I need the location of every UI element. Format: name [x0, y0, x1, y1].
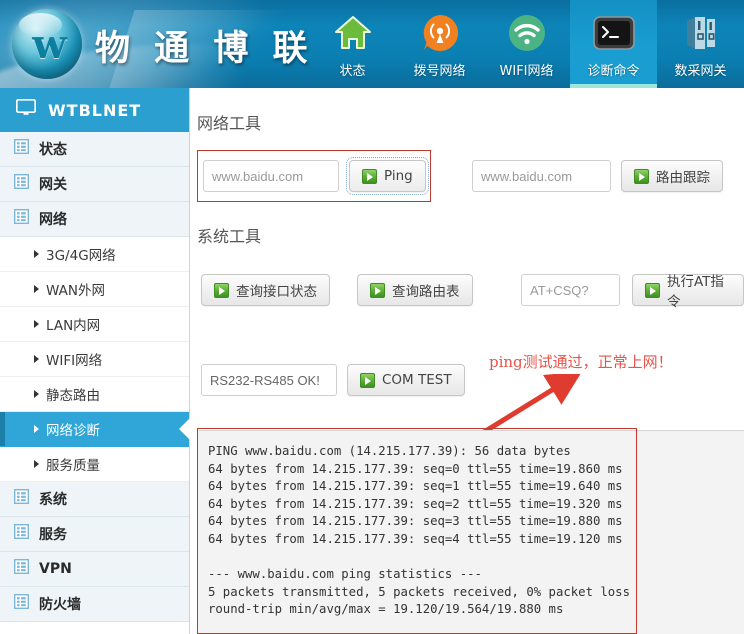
server-rack-icon: [681, 10, 721, 56]
sidebar-subitem-qos[interactable]: 服务质量: [0, 447, 189, 482]
wifi-icon: [507, 10, 547, 56]
annotation-text: ping测试通过，正常上网！: [489, 353, 673, 371]
grid-icon: [13, 138, 30, 159]
run-icon: [645, 282, 660, 298]
network-tools-title: 网络工具: [197, 114, 262, 133]
main-content: 网络工具 www.baidu.com Ping www.baidu.com 路由…: [191, 88, 744, 634]
sidebar-subitem-network-diagnostics-label: 网络诊断: [46, 423, 100, 439]
sidebar-subitem-3g4g-network-label: 3G/4G网络: [46, 248, 116, 264]
ping-button[interactable]: Ping: [346, 157, 429, 195]
tab-data-gateway-label: 数采网关: [674, 64, 727, 79]
tab-dialup-network-label: 拨号网络: [413, 64, 466, 79]
tab-status-label: 状态: [339, 64, 366, 79]
tab-diagnostic-command[interactable]: 诊断命令: [570, 0, 657, 88]
chevron-right-icon: [34, 355, 39, 363]
sidebar-subitem-3g4g-network[interactable]: 3G/4G网络: [0, 237, 189, 272]
chevron-right-icon: [34, 250, 39, 258]
ping-row: www.baidu.com Ping: [203, 157, 429, 195]
query-interface-status-button[interactable]: 查询接口状态: [201, 274, 330, 306]
traceroute-row: www.baidu.com 路由跟踪: [472, 160, 723, 192]
grid-icon: [13, 593, 30, 614]
run-icon: [214, 282, 229, 298]
sidebar-title: WTBLNET: [48, 100, 142, 120]
execute-at-command-label: 执行AT指令: [667, 274, 724, 310]
sidebar-subitem-wan[interactable]: WAN外网: [0, 272, 189, 307]
tab-dialup-network[interactable]: 拨号网络: [396, 0, 483, 88]
chevron-right-icon: [34, 460, 39, 468]
com-status-input[interactable]: RS232-RS485 OK!: [201, 364, 337, 396]
run-icon: [360, 372, 375, 388]
sidebar-item-gateway-label: 网关: [39, 177, 67, 193]
traceroute-button-label: 路由跟踪: [656, 170, 710, 186]
brand-title: 物 通 博 联: [95, 29, 314, 69]
sidebar-subitem-qos-label: 服务质量: [46, 458, 100, 474]
sidebar-subitem-static-route[interactable]: 静态路由: [0, 377, 189, 412]
terminal-icon: [592, 10, 635, 56]
sidebar-subitem-network-diagnostics[interactable]: 网络诊断: [0, 412, 190, 447]
tab-status[interactable]: 状态: [309, 0, 396, 88]
chevron-right-icon: [34, 425, 39, 433]
tab-data-gateway[interactable]: 数采网关: [657, 0, 744, 88]
traceroute-button[interactable]: 路由跟踪: [621, 160, 723, 192]
sidebar-subitem-static-route-label: 静态路由: [46, 388, 100, 404]
sidebar-item-gateway[interactable]: 网关: [0, 167, 189, 202]
app-header: w 物 通 博 联 状态 拨号网络 WIFI网络 诊断命令 数采网关: [0, 0, 744, 88]
sidebar-item-vpn[interactable]: VPN: [0, 552, 189, 587]
sidebar-item-network[interactable]: 网络: [0, 202, 189, 237]
sidebar-item-status[interactable]: 状态: [0, 132, 189, 167]
grid-icon: [13, 558, 30, 579]
system-tools-title: 系统工具: [197, 227, 262, 246]
sidebar: WTBLNET 状态 网关 网络 3G/4G网络 WAN外网 LAN内网 WIF…: [0, 88, 190, 634]
tab-diagnostic-command-label: 诊断命令: [587, 64, 640, 79]
sidebar-item-service-label: 服务: [39, 527, 67, 543]
grid-icon: [13, 488, 30, 509]
ping-host-input[interactable]: www.baidu.com: [203, 160, 339, 192]
traceroute-host-input[interactable]: www.baidu.com: [472, 160, 611, 192]
sidebar-header: WTBLNET: [0, 88, 189, 132]
com-test-button[interactable]: COM TEST: [347, 364, 465, 396]
ping-output-text: PING www.baidu.com (14.215.177.39): 56 d…: [208, 444, 630, 617]
run-icon: [362, 168, 377, 184]
chevron-right-icon: [34, 320, 39, 328]
at-command-input[interactable]: AT+CSQ?: [521, 274, 620, 306]
chevron-right-icon: [34, 390, 39, 398]
sidebar-item-status-label: 状态: [39, 142, 67, 158]
sidebar-item-vpn-label: VPN: [39, 561, 72, 577]
sidebar-subitem-wan-label: WAN外网: [46, 283, 105, 299]
sidebar-item-firewall-label: 防火墙: [39, 597, 81, 613]
company-sphere-logo: w: [12, 9, 82, 79]
grid-icon: [13, 523, 30, 544]
home-icon: [333, 10, 373, 56]
sidebar-subitem-lan[interactable]: LAN内网: [0, 307, 189, 342]
tab-wifi-network[interactable]: WIFI网络: [483, 0, 570, 88]
sidebar-subitem-lan-label: LAN内网: [46, 318, 101, 334]
query-interface-status-label: 查询接口状态: [236, 284, 317, 300]
signal-tower-icon: [420, 10, 460, 56]
execute-at-command-button[interactable]: 执行AT指令: [632, 274, 744, 310]
ping-output-textarea[interactable]: PING www.baidu.com (14.215.177.39): 56 d…: [197, 430, 744, 634]
sidebar-subitem-wifi-network[interactable]: WIFI网络: [0, 342, 189, 377]
query-route-table-button[interactable]: 查询路由表: [357, 274, 473, 306]
chevron-right-icon: [34, 285, 39, 293]
sidebar-item-system[interactable]: 系统: [0, 482, 189, 517]
sidebar-subitem-wifi-network-label: WIFI网络: [46, 353, 103, 369]
tab-wifi-network-label: WIFI网络: [499, 64, 554, 79]
ping-button-label: Ping: [384, 168, 413, 184]
top-nav-tabs: 状态 拨号网络 WIFI网络 诊断命令 数采网关: [309, 0, 744, 88]
run-icon: [634, 168, 649, 184]
com-test-label: COM TEST: [382, 372, 452, 388]
active-item-notch: [179, 418, 190, 440]
sidebar-item-system-label: 系统: [39, 492, 67, 508]
sidebar-item-network-label: 网络: [39, 212, 67, 228]
query-route-table-label: 查询路由表: [392, 284, 460, 300]
grid-icon: [13, 173, 30, 194]
sidebar-item-service[interactable]: 服务: [0, 517, 189, 552]
sidebar-item-firewall[interactable]: 防火墙: [0, 587, 189, 622]
monitor-icon: [15, 98, 37, 121]
logo-monogram: w: [32, 20, 66, 68]
grid-icon: [13, 208, 30, 229]
run-icon: [370, 282, 385, 298]
